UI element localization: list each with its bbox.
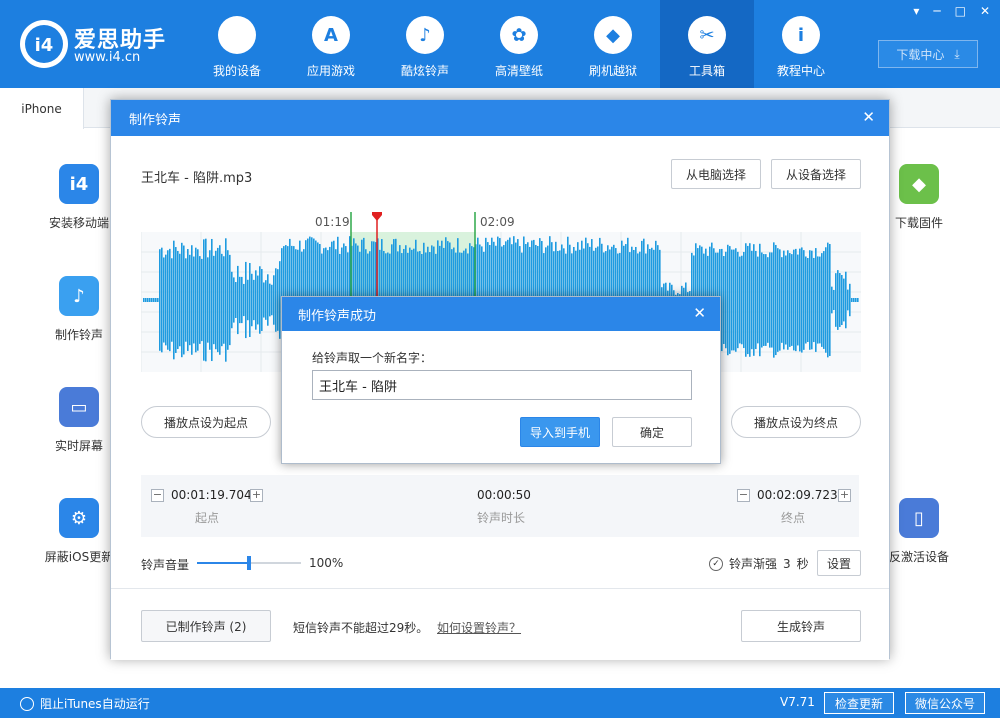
volume-value: 100% [309, 556, 344, 570]
volume-knob[interactable] [247, 556, 251, 570]
dialog-title: 制作铃声 [129, 112, 182, 128]
how-to-set-link[interactable]: 如何设置铃声？ [437, 619, 521, 636]
success-dialog-header: 制作铃声成功 ✕ [282, 297, 720, 331]
monitor-icon: ▭ [59, 387, 99, 427]
i4-app-icon: i4 [59, 164, 99, 204]
dialog-close-icon[interactable]: ✕ [862, 108, 875, 126]
end-minus-button[interactable]: − [737, 489, 750, 502]
start-time-label: 起点 [195, 511, 220, 525]
download-center-label: 下载中心 [896, 47, 945, 62]
start-time-value: 00:01:19.704 [171, 488, 252, 502]
cube-icon: ◆ [899, 164, 939, 204]
file-name: 王北车 - 陷阱.mp3 [141, 171, 253, 186]
end-plus-button[interactable]: + [838, 489, 851, 502]
nav-label: 教程中心 [776, 64, 825, 78]
nav-item-1[interactable]: A 应用游戏 [284, 0, 378, 88]
duration-value: 00:00:50 [477, 488, 531, 502]
block-itunes-toggle[interactable]: 阻止iTunes自动运行 [20, 695, 150, 712]
ringtone-name-input[interactable] [312, 370, 692, 400]
made-ringtones-button[interactable]: 已制作铃声 (2) [141, 610, 271, 642]
version-label: V7.71 [780, 695, 815, 709]
nav-label: 酷炫铃声 [400, 64, 449, 78]
fade-settings-button[interactable]: 设置 [817, 550, 861, 576]
time-controls: − 00:01:19.704 + 起点 00:00:50 铃声时长 − 00:0… [141, 475, 859, 537]
tools-icon: ✂ [688, 16, 726, 54]
toggle-circle-icon [20, 696, 34, 711]
menu-icon[interactable]: ▾ [913, 4, 919, 18]
nav-item-4[interactable]: ◆ 刷机越狱 [566, 0, 660, 88]
nav-label: 工具箱 [688, 64, 725, 78]
tab-iphone[interactable]: iPhone [0, 88, 84, 129]
duration-label: 铃声时长 [477, 511, 526, 525]
set-end-button[interactable]: 播放点设为终点 [731, 406, 861, 438]
import-to-phone-button[interactable]: 导入到手机 [520, 417, 600, 447]
download-center-button[interactable]: 下载中心 ⤓ [878, 40, 978, 68]
bell-plus-icon: ♪ [59, 276, 99, 316]
status-bar: 阻止iTunes自动运行 V7.71 检查更新 微信公众号 [0, 688, 1000, 718]
nav-item-2[interactable]: ♪ 酷炫铃声 [378, 0, 472, 88]
flower-icon: ✿ [500, 16, 538, 54]
dialog-footer: 已制作铃声 (2) 短信铃声不能超过29秒。 如何设置铃声？ 生成铃声 [111, 588, 889, 660]
volume-fill [197, 562, 249, 564]
fade-in-option[interactable]: ✓ 铃声渐强 3 秒 [709, 555, 809, 572]
nav-item-0[interactable]: 我的设备 [190, 0, 284, 88]
rename-prompt: 给铃声取一个新名字： [312, 351, 433, 365]
fade-value: 3 [783, 556, 791, 571]
end-marker-label: 02:09 [480, 215, 515, 229]
nav-label: 刷机越狱 [588, 64, 637, 78]
nav-item-3[interactable]: ✿ 高清壁纸 [472, 0, 566, 88]
info-icon: i [782, 16, 820, 54]
choose-from-device-button[interactable]: 从设备选择 [771, 159, 861, 189]
check-update-button[interactable]: 检查更新 [824, 692, 894, 714]
wechat-button[interactable]: 微信公众号 [905, 692, 985, 714]
block-itunes-label: 阻止iTunes自动运行 [40, 697, 150, 711]
start-marker-label: 01:19 [315, 215, 350, 229]
nav-item-6[interactable]: i 教程中心 [754, 0, 848, 88]
ringtone-dialog: 制作铃声 ✕ 王北车 - 陷阱.mp3 从电脑选择 从设备选择 01:19 02… [110, 99, 890, 660]
apple-icon [218, 16, 256, 54]
brand-url: www.i4.cn [74, 50, 141, 65]
top-bar: i4 爱思助手 www.i4.cn 我的设备 A 应用游戏 ♪ 酷炫铃声 ✿ 高清壁纸 ◆ 刷机… [0, 0, 1000, 88]
dropbox-icon: ◆ [594, 16, 632, 54]
fade-unit: 秒 [796, 557, 809, 571]
volume-slider[interactable] [197, 556, 301, 570]
window-controls: ▾ ─ □ ✕ [913, 4, 990, 18]
i4-logo-icon: i4 [20, 20, 68, 68]
nav-label: 高清壁纸 [494, 64, 543, 78]
fade-label: 铃声渐强 [729, 557, 778, 571]
ok-button[interactable]: 确定 [612, 417, 692, 447]
playhead-icon[interactable] [372, 212, 382, 221]
generate-ringtone-button[interactable]: 生成铃声 [741, 610, 861, 642]
main-nav: 我的设备 A 应用游戏 ♪ 酷炫铃声 ✿ 高清壁纸 ◆ 刷机越狱 ✂ 工具箱 i 教程中心 [190, 0, 848, 88]
start-minus-button[interactable]: − [151, 489, 164, 502]
end-time-value: 00:02:09.723 [757, 488, 838, 502]
end-time-label: 终点 [781, 511, 806, 525]
download-icon: ⤓ [954, 46, 960, 61]
app-store-icon: A [312, 16, 350, 54]
volume-label: 铃声音量 [141, 558, 190, 572]
close-icon[interactable]: ✕ [980, 4, 990, 18]
dialog-header: 制作铃声 ✕ [111, 100, 889, 136]
gear-icon: ⚙ [59, 498, 99, 538]
svg-text:i4: i4 [35, 35, 54, 56]
nav-label: 应用游戏 [306, 64, 355, 78]
bell-icon: ♪ [406, 16, 444, 54]
sms-note: 短信铃声不能超过29秒。 [293, 621, 429, 635]
tablet-icon: ▯ [899, 498, 939, 538]
nav-label: 我的设备 [212, 64, 261, 78]
nav-item-5[interactable]: ✂ 工具箱 [660, 0, 754, 88]
start-plus-button[interactable]: + [250, 489, 263, 502]
success-dialog-title: 制作铃声成功 [298, 308, 377, 324]
check-circle-icon: ✓ [709, 556, 723, 571]
success-dialog: 制作铃声成功 ✕ 给铃声取一个新名字： 导入到手机 确定 [281, 296, 721, 464]
maximize-icon[interactable]: □ [955, 4, 966, 18]
success-close-icon[interactable]: ✕ [693, 304, 706, 322]
minimize-icon[interactable]: ─ [933, 4, 940, 18]
set-start-button[interactable]: 播放点设为起点 [141, 406, 271, 438]
choose-from-pc-button[interactable]: 从电脑选择 [671, 159, 761, 189]
